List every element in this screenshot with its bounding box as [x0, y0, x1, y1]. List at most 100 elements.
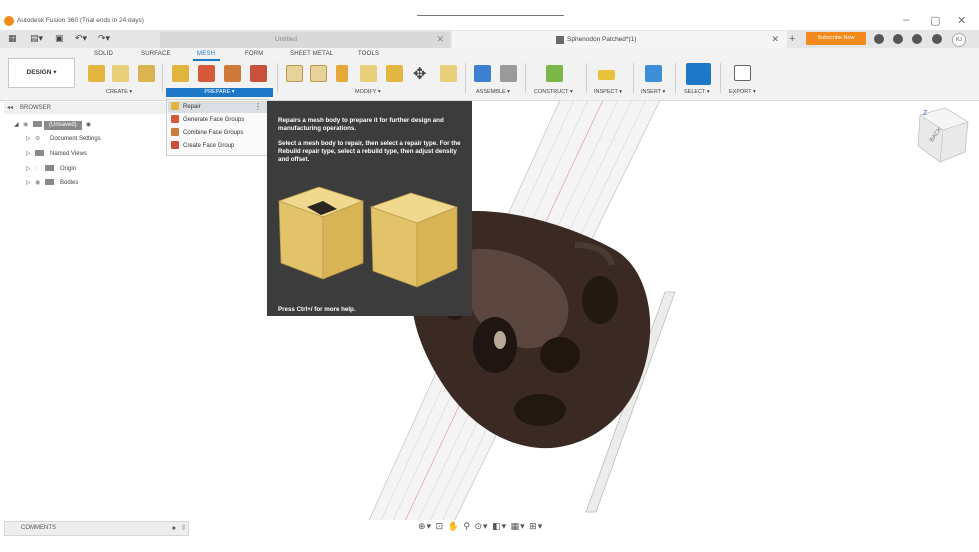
- save-icon[interactable]: ▣: [55, 33, 64, 44]
- tab-mesh[interactable]: MESH: [197, 51, 215, 57]
- group-divider: [525, 63, 526, 93]
- close-window-button[interactable]: ✕: [957, 14, 966, 27]
- broken-mesh-cube-image: [277, 186, 365, 280]
- help-icon[interactable]: [932, 34, 942, 44]
- collapse-panel-icon[interactable]: ‖: [182, 522, 185, 535]
- assemble-group-label[interactable]: ASSEMBLE ▾: [476, 89, 510, 95]
- menu-item-create-face-group[interactable]: Create Face Group: [168, 140, 267, 152]
- notifications-icon[interactable]: [912, 34, 922, 44]
- document-icon: [556, 36, 564, 44]
- group-divider: [586, 63, 587, 93]
- document-tab-bar: ▦ ▤▾ ▣ ↶▾ ↷▾ Untitled ✕ Sphenodon Patche…: [0, 30, 979, 49]
- create-face-group-icon: [171, 141, 179, 150]
- export-group-label[interactable]: EXPORT ▾: [729, 89, 756, 95]
- repair-icon[interactable]: [172, 65, 189, 82]
- repaired-mesh-cube-image: [369, 192, 459, 288]
- create-face-group-tool-icon[interactable]: [250, 65, 267, 82]
- construct-group-label[interactable]: CONSTRUCT ▾: [534, 89, 573, 95]
- maximize-button[interactable]: ▢: [930, 14, 940, 27]
- orbit-icon[interactable]: ⊕▾: [418, 521, 432, 531]
- extensions-icon[interactable]: [874, 34, 884, 44]
- tessellate-icon[interactable]: [112, 65, 129, 82]
- menu-item-generate-face-groups[interactable]: Generate Face Groups: [168, 114, 267, 126]
- more-options-icon[interactable]: ⋮: [254, 101, 262, 113]
- select-icon[interactable]: [686, 63, 711, 85]
- close-tab-icon[interactable]: ✕: [771, 34, 779, 45]
- viewports-icon[interactable]: ⊞▾: [529, 521, 543, 531]
- look-at-icon[interactable]: ⊡: [436, 521, 445, 531]
- generate-face-groups-icon: [171, 115, 179, 124]
- shell-icon[interactable]: [386, 65, 403, 82]
- insert-group-label[interactable]: INSERT ▾: [641, 89, 665, 95]
- tab-surface[interactable]: SURFACE: [141, 51, 171, 57]
- group-divider: [277, 63, 278, 93]
- group-divider: [675, 63, 676, 93]
- zoom-icon[interactable]: ⚲: [463, 521, 471, 531]
- comments-panel[interactable]: COMMENTS ● ‖: [4, 521, 189, 536]
- plane-cut-icon[interactable]: [286, 65, 303, 82]
- fit-icon[interactable]: ⊙▾: [474, 521, 488, 531]
- new-tab-button[interactable]: +: [789, 33, 795, 45]
- minimize-button[interactable]: –: [903, 14, 909, 26]
- file-menu-icon[interactable]: ▤▾: [30, 33, 43, 44]
- grid-settings-icon[interactable]: ▦▾: [511, 521, 526, 531]
- measure-icon[interactable]: [598, 70, 615, 80]
- tooltip-illustration: [277, 186, 459, 288]
- tooltip-description: Repairs a mesh body to prepare it for fu…: [278, 117, 444, 132]
- scale-icon[interactable]: [440, 65, 457, 82]
- tab-untitled[interactable]: Untitled ✕: [160, 32, 450, 48]
- group-divider: [720, 63, 721, 93]
- toolbar-ribbon: DESIGN ▾ SOLID SURFACE MESH FORM SHEET M…: [0, 48, 979, 101]
- modify-group-label[interactable]: MODIFY ▾: [355, 89, 381, 95]
- pan-icon[interactable]: ✋: [448, 521, 460, 531]
- tab-untitled-label: Untitled: [275, 36, 298, 43]
- joint-icon[interactable]: [500, 65, 517, 82]
- select-group-label[interactable]: SELECT ▾: [684, 89, 710, 95]
- export-icon[interactable]: [734, 65, 751, 81]
- menu-item-label: Repair: [183, 104, 201, 110]
- remesh-icon[interactable]: [310, 65, 327, 82]
- create-group-label[interactable]: CREATE ▾: [106, 89, 132, 95]
- generate-face-groups-icon[interactable]: [198, 65, 215, 82]
- tab-solid[interactable]: SOLID: [94, 51, 113, 57]
- insert-mesh-icon[interactable]: [88, 65, 105, 82]
- grid-menu-icon[interactable]: ▦: [8, 33, 17, 44]
- undo-icon[interactable]: ↶▾: [75, 33, 87, 44]
- group-divider: [633, 63, 634, 93]
- menu-item-label: Combine Face Groups: [183, 130, 244, 136]
- user-avatar[interactable]: KJ: [952, 33, 966, 47]
- close-tab-icon[interactable]: ✕: [436, 34, 444, 45]
- display-settings-icon[interactable]: ◧▾: [492, 521, 507, 531]
- repair-icon: [171, 102, 179, 111]
- reduce-icon[interactable]: [336, 65, 348, 82]
- move-copy-icon[interactable]: ✥: [413, 64, 426, 84]
- prepare-group-label[interactable]: PREPARE ▾: [166, 88, 273, 97]
- menu-item-repair[interactable]: Repair ⋮: [168, 101, 267, 113]
- tooltip-help-hint: Press Ctrl+/ for more help.: [278, 306, 356, 313]
- menu-item-combine-face-groups[interactable]: Combine Face Groups: [168, 127, 267, 139]
- insert-image-icon[interactable]: [645, 65, 662, 82]
- tab-sphenodon-label: Sphenodon Patched*(1): [567, 36, 637, 43]
- tab-sheet-metal[interactable]: SHEET METAL: [290, 51, 333, 57]
- combine-face-groups-icon: [171, 128, 179, 137]
- workspace-selector[interactable]: DESIGN ▾: [8, 58, 75, 88]
- add-comment-icon[interactable]: ●: [172, 522, 176, 535]
- window-title: Autodesk Fusion 360 (Trial ends in 24 da…: [17, 17, 144, 24]
- smooth-icon[interactable]: [360, 65, 377, 82]
- fusion-logo-icon: [4, 16, 14, 26]
- subscribe-button[interactable]: Subscribe Now: [806, 32, 866, 45]
- title-divider: [417, 15, 564, 16]
- redo-icon[interactable]: ↷▾: [98, 33, 110, 44]
- title-bar: Autodesk Fusion 360 (Trial ends in 24 da…: [0, 0, 979, 30]
- new-component-icon[interactable]: [474, 65, 491, 82]
- tab-tools[interactable]: TOOLS: [358, 51, 379, 57]
- viewport-canvas[interactable]: [0, 100, 979, 520]
- combine-face-groups-icon[interactable]: [224, 65, 241, 82]
- tab-form[interactable]: FORM: [245, 51, 263, 57]
- create-face-group-icon[interactable]: [138, 65, 155, 82]
- comments-label: COMMENTS: [21, 525, 56, 531]
- inspect-group-label[interactable]: INSPECT ▾: [594, 89, 622, 95]
- tab-sphenodon[interactable]: Sphenodon Patched*(1) ✕: [452, 31, 787, 48]
- offset-plane-icon[interactable]: [546, 65, 563, 82]
- job-status-icon[interactable]: [893, 34, 903, 44]
